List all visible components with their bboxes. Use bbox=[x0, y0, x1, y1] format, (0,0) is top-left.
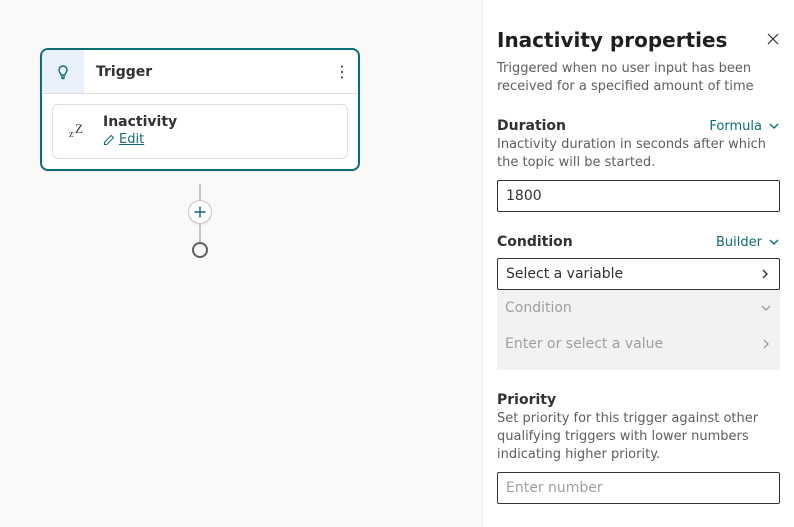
sleep-icon: z Z bbox=[63, 118, 91, 146]
trigger-header: Trigger ⋮ bbox=[42, 50, 358, 94]
duration-label: Duration bbox=[497, 118, 566, 134]
trigger-body: z Z Inactivity Edit bbox=[42, 94, 358, 169]
panel-title: Inactivity properties bbox=[497, 28, 727, 52]
variable-select-label: Select a variable bbox=[506, 266, 623, 282]
duration-mode-label: Formula bbox=[709, 119, 762, 134]
chevron-down-icon bbox=[760, 302, 772, 314]
condition-mode-label: Builder bbox=[716, 235, 762, 250]
condition-section: Condition Builder Select a variable Cond… bbox=[497, 234, 780, 370]
duration-mode-toggle[interactable]: Formula bbox=[709, 119, 780, 134]
duration-help: Inactivity duration in seconds after whi… bbox=[497, 136, 780, 172]
end-node[interactable] bbox=[192, 242, 208, 258]
condition-mode-toggle[interactable]: Builder bbox=[716, 235, 780, 250]
condition-builder: Condition Enter or select a value bbox=[497, 290, 780, 370]
chevron-right-icon bbox=[759, 268, 771, 280]
flow-canvas: Trigger ⋮ z Z Inactivity Edit bbox=[0, 0, 482, 527]
condition-label: Condition bbox=[497, 234, 573, 250]
trigger-node[interactable]: Trigger ⋮ z Z Inactivity Edit bbox=[40, 48, 360, 171]
svg-text:z: z bbox=[69, 129, 74, 140]
panel-description: Triggered when no user input has been re… bbox=[497, 60, 780, 96]
duration-input[interactable] bbox=[497, 180, 780, 212]
close-button[interactable] bbox=[766, 32, 780, 50]
more-icon[interactable]: ⋮ bbox=[326, 50, 358, 93]
variable-select[interactable]: Select a variable bbox=[497, 258, 780, 290]
edit-link-label: Edit bbox=[119, 131, 144, 149]
condition-value-label: Enter or select a value bbox=[505, 336, 663, 352]
priority-section: Priority Set priority for this trigger a… bbox=[497, 392, 780, 504]
edit-link[interactable]: Edit bbox=[103, 131, 144, 149]
priority-input[interactable] bbox=[497, 472, 780, 504]
trigger-item[interactable]: z Z Inactivity Edit bbox=[52, 104, 348, 159]
lightbulb-icon bbox=[42, 50, 84, 93]
priority-help: Set priority for this trigger against ot… bbox=[497, 410, 780, 464]
condition-operator-select[interactable]: Condition bbox=[505, 290, 772, 326]
trigger-item-title: Inactivity bbox=[103, 113, 337, 131]
chevron-down-icon bbox=[768, 236, 780, 248]
add-node-button[interactable] bbox=[188, 200, 212, 224]
svg-text:Z: Z bbox=[75, 121, 83, 136]
plus-icon bbox=[194, 206, 206, 218]
connector-line bbox=[199, 224, 201, 242]
condition-operator-label: Condition bbox=[505, 300, 572, 316]
trigger-title: Trigger bbox=[84, 64, 326, 80]
priority-label: Priority bbox=[497, 392, 780, 408]
properties-panel: Inactivity properties Triggered when no … bbox=[482, 0, 794, 527]
duration-section: Duration Formula Inactivity duration in … bbox=[497, 118, 780, 212]
chevron-down-icon bbox=[768, 120, 780, 132]
condition-value-select[interactable]: Enter or select a value bbox=[505, 326, 772, 362]
chevron-right-icon bbox=[760, 338, 772, 350]
close-icon bbox=[766, 32, 780, 46]
pencil-icon bbox=[103, 134, 115, 146]
